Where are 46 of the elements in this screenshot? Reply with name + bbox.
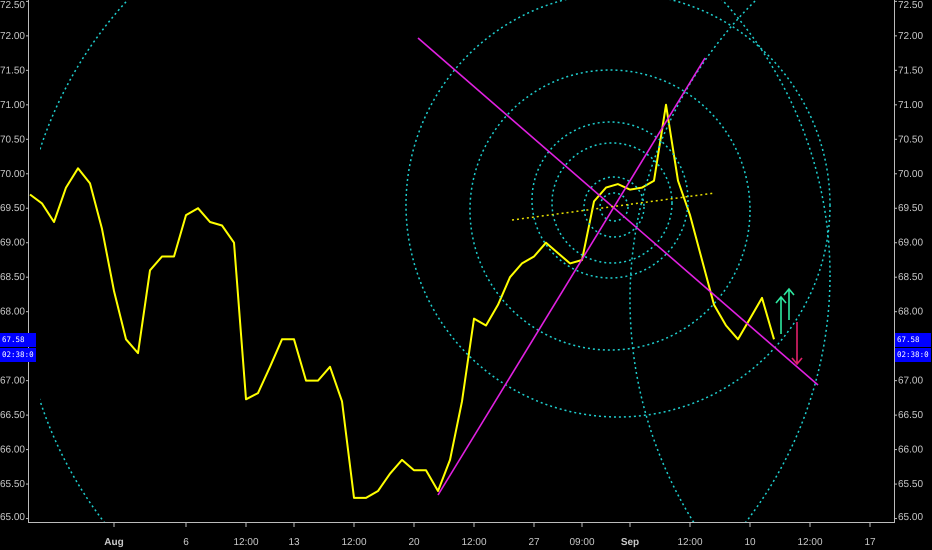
x-axis-label: 17 — [864, 537, 876, 548]
y-axis-label: 71.00 — [898, 100, 924, 111]
y-axis-label: 72.50 — [898, 0, 924, 11]
x-axis-label: 13 — [288, 537, 300, 548]
y-axis-label: 67.00 — [898, 376, 924, 387]
y-axis-label: 71.00 — [0, 100, 25, 111]
y-axis-label: 65.00 — [898, 512, 924, 523]
y-axis-label: 68.50 — [898, 272, 924, 284]
x-axis-label: 12:00 — [677, 537, 703, 548]
y-axis-label: 70.00 — [0, 168, 25, 180]
y-axis-label: 65.00 — [0, 512, 25, 523]
y-axis-label: 70.50 — [0, 134, 25, 146]
y-axis-label: 70.50 — [898, 134, 924, 146]
y-axis-label: 65.50 — [0, 479, 25, 490]
y-axis-label: 72.00 — [0, 30, 25, 42]
y-axis-label: 71.50 — [0, 65, 25, 76]
x-axis-label: 6 — [183, 537, 189, 548]
y-axis-label: 68.50 — [0, 272, 25, 284]
y-axis-label: 69.50 — [898, 203, 924, 214]
x-axis-label: Sep — [620, 537, 640, 548]
y-axis-label: 66.50 — [898, 410, 924, 422]
y-axis-label: 72.50 — [0, 0, 25, 11]
y-axis-label: 66.00 — [898, 444, 924, 456]
y-axis-label: 69.00 — [0, 238, 25, 249]
x-axis-label: 12:00 — [341, 537, 367, 548]
x-axis-label: 20 — [408, 537, 420, 548]
x-axis-label: 09:00 — [569, 537, 595, 548]
y-axis-label: 69.50 — [0, 203, 25, 214]
y-axis-label: 66.50 — [0, 410, 25, 422]
y-axis-label: 67.00 — [0, 376, 25, 387]
y-axis-label: 68.00 — [898, 306, 924, 318]
y-axis-label: 68.00 — [0, 306, 25, 318]
x-axis-label: Aug — [104, 537, 124, 548]
x-axis-label: 10 — [744, 537, 756, 548]
up-arrow-icon — [775, 288, 795, 335]
y-axis-label: 66.00 — [0, 444, 25, 456]
y-axis-label: 72.00 — [898, 30, 924, 42]
y-axis-label: 65.50 — [898, 479, 924, 490]
x-axis-label: 12:00 — [797, 537, 823, 548]
y-axis-label: 69.00 — [898, 238, 924, 249]
down-arrow-icon — [791, 321, 803, 366]
x-axis-label: 27 — [528, 537, 540, 548]
x-axis-label: 12:00 — [461, 537, 487, 548]
x-axis-label: 12:00 — [233, 537, 259, 548]
y-axis-label: 70.00 — [898, 168, 924, 180]
y-axis-label: 71.50 — [898, 65, 924, 76]
